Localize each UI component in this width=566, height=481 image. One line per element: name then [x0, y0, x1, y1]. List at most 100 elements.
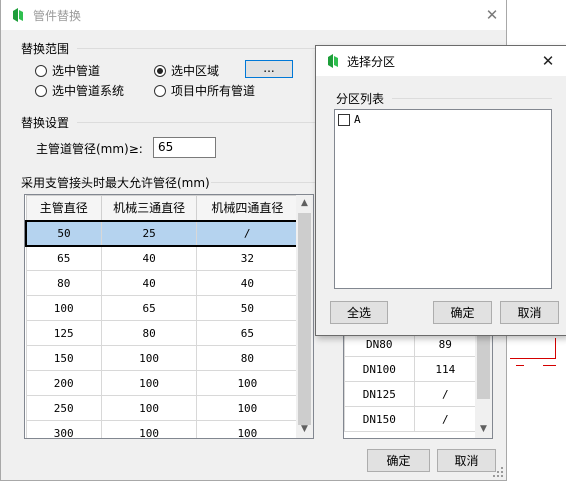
steel-pipe-grid: DN80 89 DN100 114 DN125/DN150/	[344, 331, 478, 432]
table-cell[interactable]: 300	[25, 420, 102, 438]
table-cell[interactable]: 65	[196, 320, 299, 346]
scroll-up-arrow-icon[interactable]: ▲	[296, 195, 313, 212]
table-cell[interactable]: 150	[25, 345, 102, 371]
background-line	[543, 365, 556, 366]
table-cell[interactable]: /	[413, 381, 478, 407]
branch-diameter-table: 主管直径 机械三通直径 机械四通直径 50 25/65 40 32 80 40 40 100 6…	[24, 194, 314, 439]
radio-label: 选中区域	[171, 64, 220, 78]
radio-indicator	[154, 84, 166, 97]
table-row[interactable]: 300 100 100	[25, 420, 299, 438]
group-divider	[392, 98, 552, 99]
cancel-button[interactable]: 取消	[437, 449, 496, 472]
radio-label: 项目中所有管道	[171, 84, 256, 98]
table-cell[interactable]: 100	[196, 395, 299, 421]
radio-selected-pipes[interactable]: 选中管道	[35, 62, 100, 79]
ok-button[interactable]: 确定	[367, 449, 430, 472]
table-row[interactable]: 125 80 65	[25, 320, 299, 346]
table-cell[interactable]: 80	[100, 320, 198, 346]
radio-selected-area[interactable]: 选中区域	[154, 62, 219, 79]
table-cell[interactable]: /	[196, 219, 300, 247]
radio-indicator	[35, 64, 47, 77]
radio-label: 选中管道	[52, 64, 101, 78]
table-cell[interactable]: 40	[100, 270, 198, 296]
table-row[interactable]: 100 65 50	[25, 295, 299, 321]
zone-list-title: 分区列表	[336, 92, 385, 106]
table-cell[interactable]: 100	[100, 370, 198, 396]
scrollbar-thumb[interactable]	[298, 213, 311, 425]
column-header[interactable]: 主管直径	[25, 195, 102, 221]
table-row[interactable]: DN100 114	[344, 356, 478, 382]
app-icon	[328, 54, 338, 68]
table-cell[interactable]: 65	[25, 245, 102, 271]
table-row[interactable]: 50 25/	[25, 219, 300, 247]
table-row[interactable]: 80 40 40	[25, 270, 299, 296]
table-cell[interactable]: 114	[413, 356, 478, 382]
table-header-row: 主管直径 机械三通直径 机械四通直径	[25, 195, 299, 221]
vertical-scrollbar[interactable]: ▲ ▼	[296, 195, 313, 438]
table-cell[interactable]: 40	[100, 245, 198, 271]
table-cell[interactable]: DN100	[344, 356, 415, 382]
main-pipe-diameter-input[interactable]: 65	[153, 137, 216, 158]
table-row[interactable]: 150 100 80	[25, 345, 299, 371]
table-cell[interactable]: 100	[25, 295, 102, 321]
table-cell[interactable]: 50	[25, 219, 102, 247]
zone-checkbox-a[interactable]: A	[338, 113, 361, 126]
steel-pipe-table: DN80 89 DN100 114 DN125/DN150/ ▼	[343, 322, 493, 439]
group-divider	[77, 48, 317, 49]
radio-indicator	[35, 84, 47, 97]
table-cell[interactable]: 250	[25, 395, 102, 421]
scroll-down-arrow-icon[interactable]: ▼	[475, 421, 492, 438]
close-icon[interactable]: ✕	[538, 51, 558, 71]
scroll-down-arrow-icon[interactable]: ▼	[296, 421, 313, 438]
ok-button[interactable]: 确定	[433, 301, 492, 324]
table-cell[interactable]: 125	[25, 320, 102, 346]
table-row[interactable]: DN150/	[344, 406, 478, 432]
replace-scope-title: 替换范围	[21, 42, 70, 56]
table-cell[interactable]: 100	[100, 420, 198, 438]
table-cell[interactable]: 100	[100, 345, 198, 371]
radio-indicator	[154, 64, 166, 77]
resize-grip-icon[interactable]	[492, 466, 504, 478]
table-cell[interactable]: 100	[196, 370, 299, 396]
table-row[interactable]: 250 100 100	[25, 395, 299, 421]
background-line	[555, 338, 556, 359]
table-cell[interactable]: DN125	[344, 381, 415, 407]
table-cell[interactable]: 40	[196, 270, 299, 296]
column-header[interactable]: 机械三通直径	[100, 195, 198, 221]
table-row[interactable]: 65 40 32	[25, 245, 299, 271]
table-cell[interactable]: DN150	[344, 406, 415, 432]
select-zone-dialog: 选择分区 ✕ 分区列表 A 全选 确定 取消	[315, 45, 566, 336]
table-cell[interactable]: 32	[196, 245, 299, 271]
zone-list[interactable]: A	[334, 109, 552, 289]
group-divider	[211, 182, 317, 183]
select-all-button[interactable]: 全选	[330, 301, 388, 324]
radio-selected-pipe-system[interactable]: 选中管道系统	[35, 82, 124, 99]
table-cell[interactable]: 100	[196, 420, 299, 438]
main-pipe-diameter-label: 主管道管径(mm)≥:	[36, 142, 143, 156]
table-row[interactable]: DN125/	[344, 381, 478, 407]
cancel-button[interactable]: 取消	[500, 301, 559, 324]
table-cell[interactable]: 80	[196, 345, 299, 371]
radio-all-pipes-in-project[interactable]: 项目中所有管道	[154, 82, 255, 99]
branch-max-diameter-title: 采用支管接头时最大允许管径(mm)	[21, 176, 210, 190]
dialog-title: 选择分区	[347, 55, 396, 69]
table-cell[interactable]: 25	[100, 219, 198, 247]
radio-label: 选中管道系统	[52, 84, 125, 98]
table-cell[interactable]: 50	[196, 295, 299, 321]
table-row[interactable]: 200 100 100	[25, 370, 299, 396]
zone-label: A	[354, 113, 361, 126]
close-icon[interactable]: ✕	[482, 5, 502, 25]
window-title: 管件替换	[33, 9, 82, 23]
table-cell[interactable]: 65	[100, 295, 198, 321]
table-cell[interactable]: 100	[100, 395, 198, 421]
browse-area-button[interactable]: ...	[245, 60, 293, 78]
column-header[interactable]: 机械四通直径	[196, 195, 299, 221]
background-line	[510, 358, 556, 359]
vertical-scrollbar[interactable]: ▼	[475, 323, 492, 438]
branch-diameter-grid: 主管直径 机械三通直径 机械四通直径 50 25/65 40 32 80 40 40 100 6…	[25, 195, 300, 438]
table-cell[interactable]: 80	[25, 270, 102, 296]
title-bar: 管件替换 ✕	[1, 0, 506, 30]
table-cell[interactable]: 200	[25, 370, 102, 396]
replace-settings-title: 替换设置	[21, 116, 70, 130]
table-cell[interactable]: /	[413, 406, 478, 432]
